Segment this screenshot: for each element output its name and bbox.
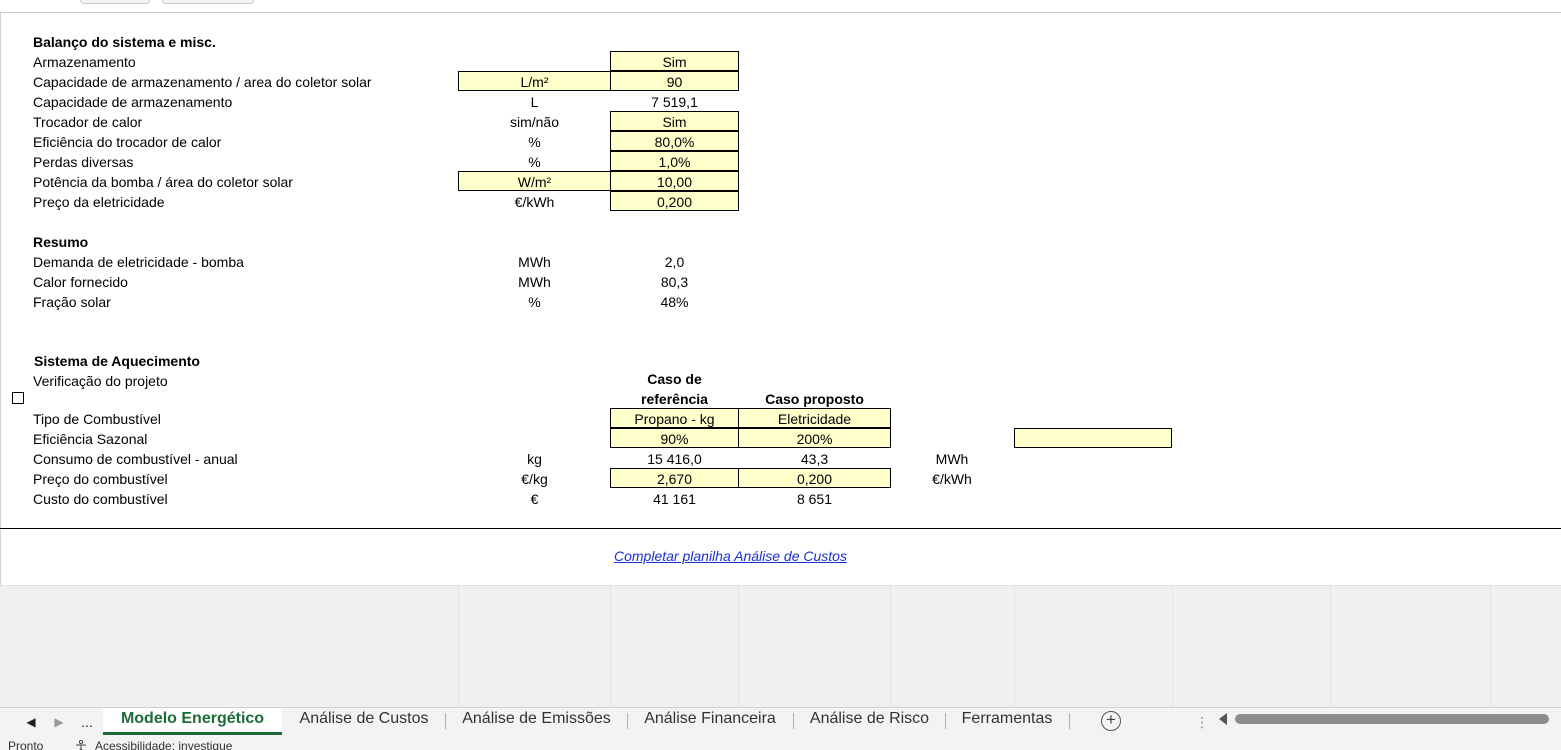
input-cell-empty[interactable] [1014, 428, 1172, 448]
unit-cell: sim/não [509, 114, 560, 130]
col-header-ref-line1: Caso de [647, 371, 702, 387]
value-cell-fracao-solar: 48% [660, 294, 689, 310]
tab-separator [1069, 713, 1070, 729]
status-ready: Pronto [8, 739, 44, 750]
top-strip [0, 0, 1561, 13]
section-header-resumo: Resumo [33, 234, 89, 250]
unit-cell: € [530, 491, 539, 507]
gridline [1172, 586, 1173, 707]
row-label: Perdas diversas [33, 154, 134, 170]
section-header-balanco: Balanço do sistema e misc. [33, 34, 216, 50]
gridline [1014, 586, 1015, 707]
row-label: Trocador de calor [33, 114, 143, 130]
row-label: Calor fornecido [33, 274, 128, 290]
input-cell-eficiencia-trocador[interactable]: 80,0% [610, 131, 739, 151]
gridline [1330, 586, 1331, 707]
tab-separator [627, 713, 628, 729]
horizontal-scrollbar[interactable] [1235, 714, 1549, 724]
unit-cell: €/kg [521, 471, 548, 487]
row-label: Preço do combustível [33, 471, 168, 487]
section-divider [0, 528, 1561, 529]
status-accessibility[interactable]: Acessibilidade: investigue [95, 740, 232, 750]
unit-cell: €/kWh [514, 194, 555, 210]
unit-cell-prop: €/kWh [932, 471, 972, 487]
value-cell-capacidade: 7 519,1 [651, 94, 698, 110]
gridline [738, 586, 739, 707]
value-cell-calor: 80,3 [660, 274, 689, 290]
input-cell-preco-ref[interactable]: 2,670 [610, 468, 739, 488]
input-cell-capacidade-area[interactable]: 90 [610, 71, 739, 91]
unit-cell-prop: MWh [935, 451, 969, 467]
tab-analise-risco[interactable]: Análise de Risco [797, 708, 942, 735]
input-cell-combustivel-prop[interactable]: Eletricidade [738, 408, 891, 428]
accessibility-icon[interactable] [74, 740, 88, 750]
tab-modelo-energetico[interactable]: Modelo Energético [103, 708, 282, 735]
tab-scroll-right-icon[interactable]: ▶ [49, 712, 69, 732]
value-cell-custo-ref: 41 161 [653, 491, 696, 507]
add-sheet-icon[interactable]: + [1101, 711, 1121, 731]
verificacao-label: Verificação do projeto [33, 373, 168, 389]
unit-cell: MWh [518, 254, 551, 270]
status-bar: Pronto Acessibilidade: investigue [0, 735, 1561, 750]
tab-separator [945, 713, 946, 729]
input-cell-eficiencia-ref[interactable]: 90% [610, 428, 739, 448]
gridline [890, 586, 891, 707]
tab-analise-financeira[interactable]: Análise Financeira [631, 708, 789, 735]
value-cell-consumo-ref: 15 416,0 [647, 451, 702, 467]
tab-scroll-left-icon[interactable]: ◀ [21, 712, 41, 732]
input-cell-perdas[interactable]: 1,0% [610, 151, 739, 171]
tab-more-button[interactable]: ... [77, 712, 97, 732]
input-cell-potencia-bomba[interactable]: 10,00 [610, 171, 739, 191]
gridline [1490, 586, 1491, 707]
value-cell-custo-prop: 8 651 [796, 491, 833, 507]
gridline [458, 586, 459, 707]
tab-separator [445, 713, 446, 729]
tab-analise-custos[interactable]: Análise de Custos [284, 708, 444, 735]
input-cell-trocador[interactable]: Sim [610, 111, 739, 131]
gridline [610, 586, 611, 707]
unit-cell: kg [527, 451, 542, 467]
col-header-ref-line2: referência [641, 391, 708, 407]
row-label: Custo do combustível [33, 491, 168, 507]
tab-ferramentas[interactable]: Ferramentas [949, 708, 1065, 735]
unit-cell: % [528, 134, 541, 150]
unit-cell: MWh [518, 274, 551, 290]
input-cell-combustivel-ref[interactable]: Propano - kg [610, 408, 739, 428]
unit-select-cell[interactable]: L/m² [458, 71, 611, 91]
row-label: Capacidade de armazenamento [33, 94, 233, 110]
sheet-grey-area [0, 585, 1561, 707]
row-label: Eficiência Sazonal [33, 431, 148, 447]
link-analise-custos[interactable]: Completar planilha Análise de Custos [614, 546, 847, 566]
sheet-tab-bar: ◀ ▶ ... Modelo Energético Análise de Cus… [0, 707, 1561, 735]
row-label: Armazenamento [33, 54, 136, 70]
unit-cell: % [528, 154, 541, 170]
input-cell-eficiencia-prop[interactable]: 200% [738, 428, 891, 448]
unit-select-cell[interactable]: W/m² [458, 171, 611, 191]
row-label: Potência da bomba / área do coletor sola… [33, 174, 293, 190]
row-label: Preço da eletricidade [33, 194, 165, 210]
row-label: Tipo de Combustível [33, 411, 161, 427]
upper-tab-edge [162, 0, 254, 4]
row-label: Fração solar [33, 294, 111, 310]
value-cell-demanda: 2,0 [664, 254, 685, 270]
split-handle-icon[interactable]: ⋮ [1195, 712, 1209, 732]
col-header-proposto: Caso proposto [765, 391, 864, 407]
verificacao-checkbox[interactable] [12, 392, 24, 404]
row-label: Eficiência do trocador de calor [33, 134, 222, 150]
input-cell-armazenamento[interactable]: Sim [610, 51, 739, 71]
input-cell-preco-prop[interactable]: 0,200 [738, 468, 891, 488]
unit-cell: L [530, 94, 539, 110]
unit-cell: % [528, 294, 541, 310]
row-label: Capacidade de armazenamento / area do co… [33, 74, 372, 90]
value-cell-consumo-prop: 43,3 [800, 451, 829, 467]
upper-tab-edge [80, 0, 150, 4]
input-cell-preco-eletricidade[interactable]: 0,200 [610, 191, 739, 211]
row-label: Demanda de eletricidade - bomba [33, 254, 244, 270]
row-label: Consumo de combustível - anual [33, 451, 238, 467]
tab-separator [793, 713, 794, 729]
tab-analise-emissoes[interactable]: Análise de Emissões [449, 708, 624, 735]
hscroll-left-icon[interactable] [1219, 713, 1227, 725]
section-header-aquecimento: Sistema de Aquecimento [34, 353, 200, 369]
